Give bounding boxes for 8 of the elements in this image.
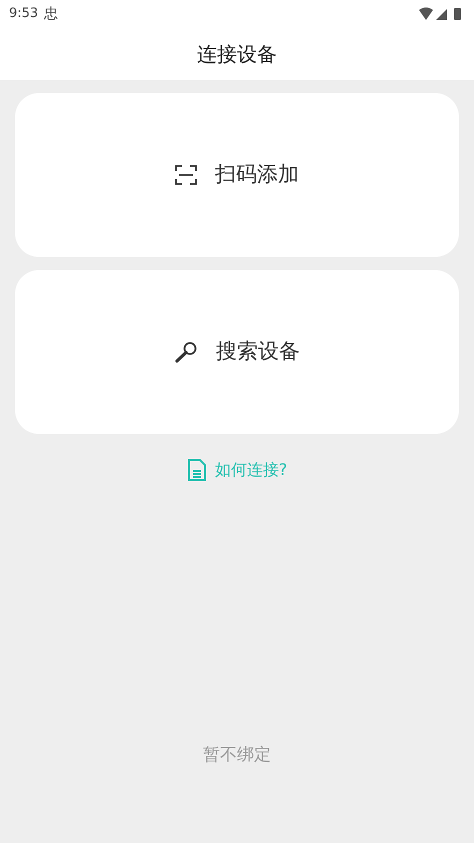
scan-icon (175, 165, 197, 185)
option-card[interactable]: 搜索设备 (15, 270, 459, 434)
option-card[interactable]: 扫码添加 (15, 93, 459, 257)
status-time: 9:53 (9, 5, 38, 24)
search-icon (174, 341, 198, 363)
document-icon (186, 458, 207, 482)
notification-glyph: 忠 (44, 4, 58, 24)
page-title: 连接设备 (197, 41, 277, 68)
